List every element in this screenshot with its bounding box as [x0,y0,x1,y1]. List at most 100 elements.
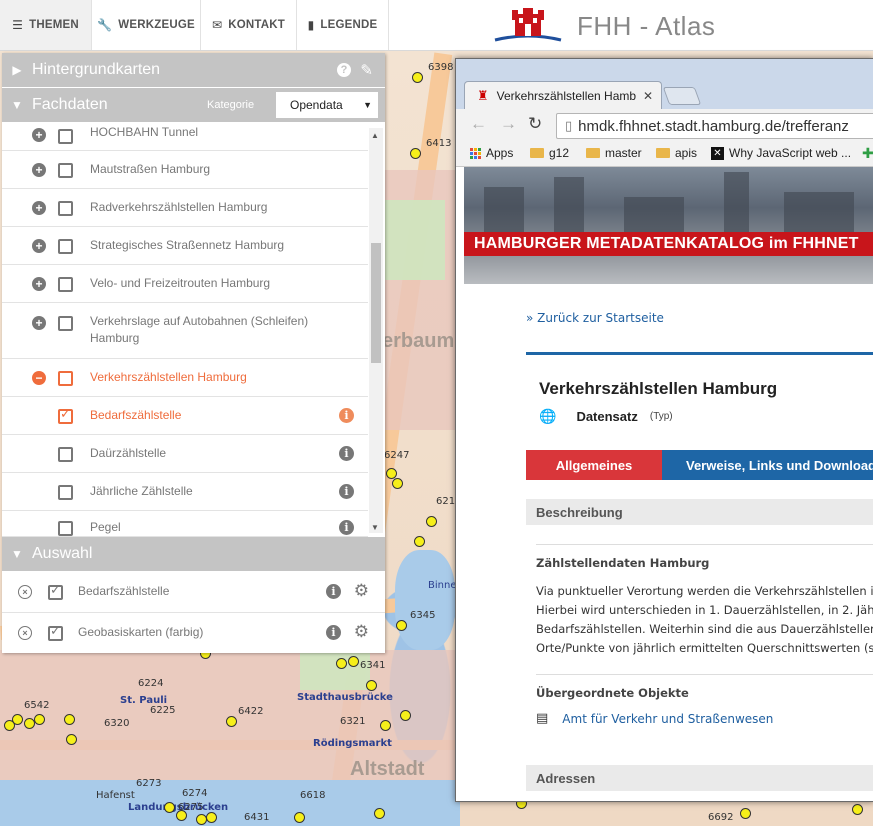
bookmark-folder[interactable]: master [586,146,642,160]
layer-checkbox[interactable] [58,201,73,216]
sublayer-checkbox[interactable] [58,485,73,500]
counting-station-marker[interactable] [426,516,437,527]
forward-arrow-icon[interactable]: → [500,114,517,134]
counting-station-marker[interactable] [740,808,751,819]
info-icon[interactable]: i [339,520,354,535]
bookmark-link[interactable]: ✕ Why JavaScript web ... [711,146,851,160]
selected-layer-row[interactable]: × ✓ Bedarfszählstelle i ⚙ [2,571,385,613]
counting-station-marker[interactable] [4,720,15,731]
info-icon[interactable]: i [339,446,354,461]
nav-themen-button[interactable]: ☰ THEMEN [0,0,92,50]
nav-kontakt-label: KONTAKT [228,19,286,31]
expand-plus-icon[interactable]: + [32,316,46,330]
close-tab-icon[interactable]: ✕ [643,89,653,103]
layer-checkbox[interactable] [58,163,73,178]
counting-station-marker[interactable] [64,714,75,725]
counting-station-marker[interactable] [414,536,425,547]
layer-row-verkehrszaehlstellen[interactable]: − Verkehrszählstellen Hamburg [2,359,368,397]
info-icon[interactable]: i [339,408,354,423]
sublayer-label: Bedarfszählstelle [90,408,182,422]
gear-icon[interactable]: ⚙ [354,622,369,642]
tab-allgemeines[interactable]: Allgemeines [526,450,662,480]
counting-station-marker[interactable] [294,812,305,823]
sublayer-row-jaehrlich[interactable]: Jährliche Zählstelle i [2,473,368,511]
counting-station-marker[interactable] [400,710,411,721]
remove-icon[interactable]: × [18,585,32,599]
caret-down-icon: ▼ [11,98,23,112]
nav-kontakt-button[interactable]: ✉ KONTAKT [201,0,297,50]
fachdaten-header[interactable]: ▼ Fachdaten Kategorie Opendata ▼ [2,88,385,122]
layer-row-velorouten[interactable]: + Velo- und Freizeitrouten Hamburg [2,265,368,303]
counting-station-marker[interactable] [348,656,359,667]
counting-station-marker[interactable] [336,658,347,669]
sublayer-row-bedarf[interactable]: ✓ Bedarfszählstelle i [2,397,368,435]
layer-row-radverkehr[interactable]: + Radverkehrszählstellen Hamburg [2,189,368,227]
expand-plus-icon[interactable]: + [32,201,46,215]
sublayer-row-pegel[interactable]: Pegel i [2,511,368,537]
counting-station-marker[interactable] [410,148,421,159]
back-to-start-link[interactable]: » Zurück zur Startseite [526,311,664,325]
counting-station-marker[interactable] [66,734,77,745]
expand-plus-icon[interactable]: + [32,163,46,177]
counting-station-marker[interactable] [374,808,385,819]
browser-tab[interactable]: ♜ Verkehrszählstellen Hamb ✕ [464,81,662,110]
parent-object-link[interactable]: ▤ Amt für Verkehr und Straßenwesen [536,711,773,726]
layer-list-scroll-thumb[interactable] [371,243,381,363]
sublayer-checkbox[interactable] [58,447,73,462]
counting-station-marker[interactable] [226,716,237,727]
info-icon[interactable]: i [326,625,341,640]
counting-station-marker[interactable] [396,620,407,631]
auswahl-header[interactable]: ▼ Auswahl [2,537,385,571]
counter-label: 6225 [150,705,176,716]
counting-station-marker[interactable] [164,802,175,813]
back-arrow-icon[interactable]: ← [470,114,487,134]
reload-icon[interactable]: ↻ [528,114,542,134]
layer-row-hochbahn[interactable]: + HOCHBAHN Tunnel [2,122,368,151]
layer-row-strassennetz[interactable]: + Strategisches Straßennetz Hamburg [2,227,368,265]
layer-row-verkehrslage[interactable]: + Verkehrslage auf Autobahnen (Schleifen… [2,303,368,359]
tab-verweise[interactable]: Verweise, Links und Downloadr [686,458,873,473]
address-bar[interactable]: ▯ hmdk.fhhnet.stadt.hamburg.de/trefferan… [556,113,873,139]
help-icon[interactable]: ? [337,63,351,77]
counting-station-marker[interactable] [366,680,377,691]
layer-row-mautstrassen[interactable]: + Mautstraßen Hamburg [2,151,368,189]
counting-station-marker[interactable] [852,804,863,815]
layer-checkbox[interactable] [58,277,73,292]
nav-legende-button[interactable]: ▮ LEGENDE [297,0,389,50]
scroll-up-icon[interactable]: ▲ [371,131,379,140]
layer-checkbox[interactable] [58,239,73,254]
sublayer-row-dauer[interactable]: Daürzählstelle i [2,435,368,473]
category-select[interactable]: Opendata ▼ [276,92,378,118]
extension-icon[interactable]: ✚ [862,145,873,162]
folder-icon [530,148,544,158]
counting-station-marker[interactable] [176,810,187,821]
counting-station-marker[interactable] [34,714,45,725]
expand-plus-icon[interactable]: + [32,128,46,142]
collapse-minus-icon[interactable]: − [32,371,46,385]
scroll-down-icon[interactable]: ▼ [371,523,379,532]
bookmark-folder[interactable]: apis [656,146,697,160]
new-tab-button[interactable] [662,87,702,105]
nav-werkzeuge-button[interactable]: 🔧 WERKZEUGE [92,0,201,50]
counting-station-marker[interactable] [206,812,217,823]
hintergrundkarten-header[interactable]: ▶ Hintergrundkarten ? ✎ [2,53,385,87]
counting-station-marker[interactable] [392,478,403,489]
pin-icon[interactable]: ✎ [360,61,373,79]
remove-icon[interactable]: × [18,626,32,640]
layer-checkbox[interactable] [58,371,73,386]
info-icon[interactable]: i [326,584,341,599]
bookmark-apps[interactable]: Apps [470,146,513,160]
sublayer-label: Jährliche Zählstelle [90,484,193,498]
bookmark-folder[interactable]: g12 [530,146,569,160]
layer-checkbox[interactable] [58,316,73,331]
gear-icon[interactable]: ⚙ [354,581,369,601]
counting-station-marker[interactable] [412,72,423,83]
info-icon[interactable]: i [339,484,354,499]
counting-station-marker[interactable] [380,720,391,731]
selected-layer-row[interactable]: × ✓ Geobasiskarten (farbig) i ⚙ [2,613,385,653]
expand-plus-icon[interactable]: + [32,277,46,291]
hamburg-favicon-icon: ♜ [477,88,489,103]
layer-checkbox[interactable] [58,129,73,144]
expand-plus-icon[interactable]: + [32,239,46,253]
sublayer-checkbox[interactable] [58,521,73,536]
